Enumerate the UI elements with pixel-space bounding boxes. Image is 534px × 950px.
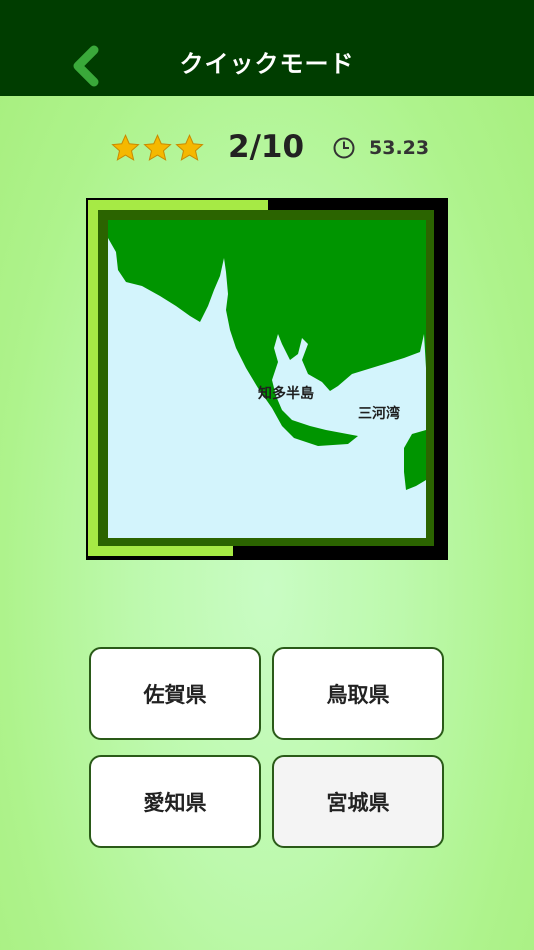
star-rating (110, 133, 205, 163)
clock-icon (333, 137, 355, 159)
answer-button-4[interactable]: 宮城県 (272, 755, 444, 848)
star-icon (143, 134, 172, 161)
star-icon (111, 134, 140, 161)
answer-button-1[interactable]: 佐賀県 (89, 647, 261, 740)
timer-value: 53.23 (369, 137, 430, 159)
answer-button-3[interactable]: 愛知県 (89, 755, 261, 848)
answer-button-2[interactable]: 鳥取県 (272, 647, 444, 740)
star-icon (175, 134, 204, 161)
map-label-bay: 三河湾 (358, 406, 400, 422)
map-image (86, 198, 448, 560)
page-title: クイックモード (179, 50, 355, 78)
question-progress: 2/10 (228, 129, 305, 165)
quiz-map: 知多半島 三河湾 (86, 198, 448, 560)
map-label-peninsula: 知多半島 (258, 386, 314, 402)
header-bar: クイックモード (0, 0, 534, 96)
